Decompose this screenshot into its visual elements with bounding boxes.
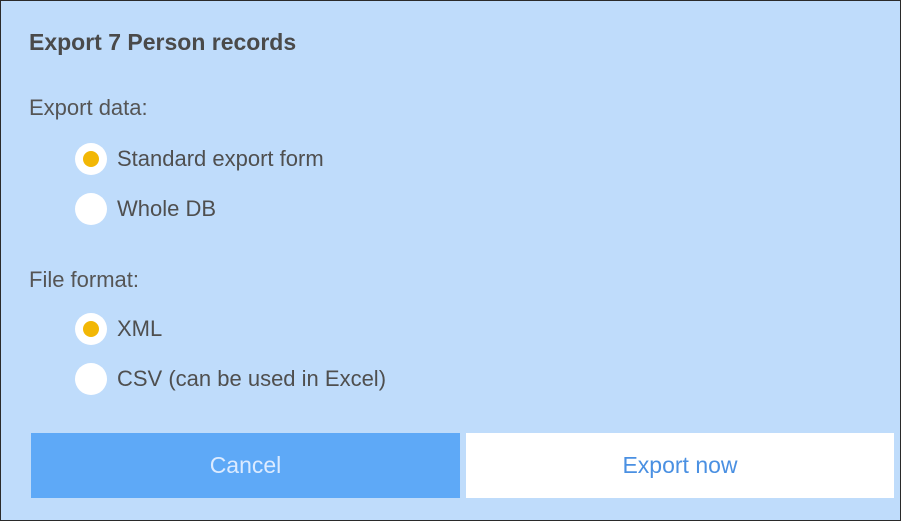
radio-button-unselected[interactable]	[75, 363, 107, 395]
dialog-title: Export 7 Person records	[29, 29, 297, 55]
radio-option-csv[interactable]: CSV (can be used in Excel)	[75, 361, 386, 397]
radio-button-selected[interactable]	[75, 143, 107, 175]
radio-option-standard-export-form[interactable]: Standard export form	[75, 141, 324, 177]
radio-option-whole-db[interactable]: Whole DB	[75, 191, 216, 227]
radio-option-xml[interactable]: XML	[75, 311, 162, 347]
file-format-label: File format:	[29, 267, 140, 292]
cancel-button[interactable]: Cancel	[31, 433, 460, 498]
radio-button-unselected[interactable]	[75, 193, 107, 225]
radio-option-label: Standard export form	[117, 146, 324, 171]
radio-option-label: Whole DB	[117, 196, 217, 221]
export-data-label: Export data:	[29, 95, 148, 120]
radio-option-label: CSV (can be used in Excel)	[117, 366, 387, 391]
radio-button-selected[interactable]	[75, 313, 107, 345]
export-dialog: Export 7 Person records Export data: Sta…	[0, 0, 901, 521]
export-now-button[interactable]: Export now	[466, 433, 894, 498]
radio-option-label: XML	[117, 316, 163, 341]
